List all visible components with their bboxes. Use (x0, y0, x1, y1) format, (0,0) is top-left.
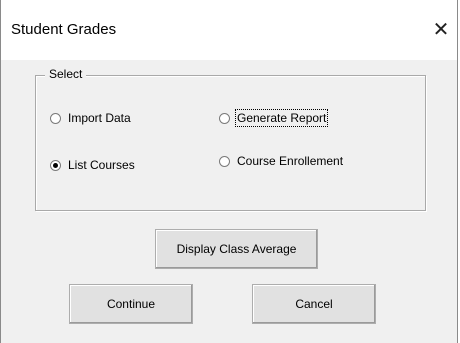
radio-import-data-label: Import Data (68, 111, 131, 125)
close-icon: ✕ (432, 19, 450, 41)
cancel-button[interactable]: Cancel (252, 284, 376, 324)
radio-course-enrollement-indicator (219, 155, 230, 167)
radio-list-courses-indicator (50, 159, 61, 171)
radio-list-courses[interactable]: List Courses (50, 158, 135, 172)
radio-import-data[interactable]: Import Data (50, 111, 131, 125)
radio-generate-report-label: Generate Report (234, 109, 329, 127)
select-group-label: Select (45, 67, 87, 81)
radio-list-courses-label: List Courses (68, 158, 135, 172)
radio-generate-report[interactable]: Generate Report (219, 109, 329, 127)
continue-button[interactable]: Continue (69, 284, 193, 324)
dialog-title: Student Grades (11, 21, 117, 38)
radio-generate-report-indicator (219, 112, 230, 124)
title-bar: Student Grades ✕ (1, 0, 457, 60)
radio-import-data-indicator (50, 112, 61, 124)
close-button[interactable]: ✕ (427, 15, 455, 45)
student-grades-dialog: Student Grades ✕ Select Import Data Gene… (0, 0, 458, 343)
select-groupbox (35, 75, 426, 211)
radio-course-enrollement[interactable]: Course Enrollement (219, 154, 343, 168)
display-class-average-button[interactable]: Display Class Average (155, 229, 318, 269)
radio-course-enrollement-label: Course Enrollement (237, 154, 344, 168)
